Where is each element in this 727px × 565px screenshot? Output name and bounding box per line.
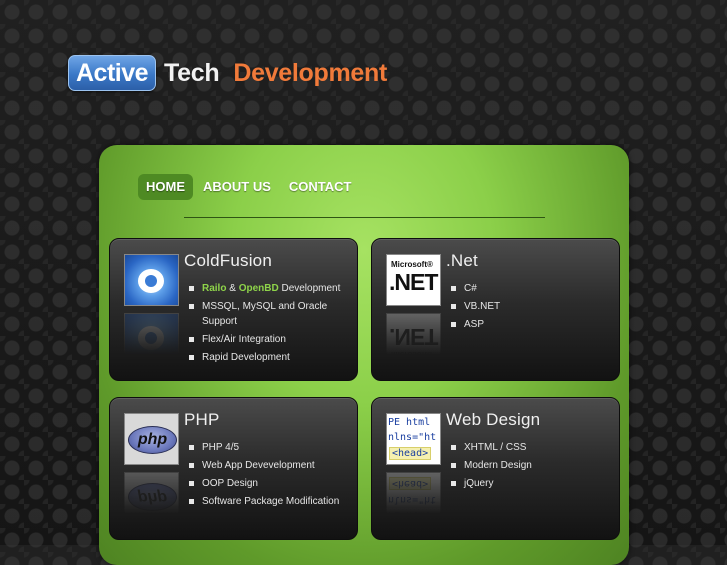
nav-about-us[interactable]: ABOUT US	[195, 174, 279, 200]
list-item: Modern Design	[450, 458, 610, 473]
logo-tech: Tech	[164, 58, 220, 87]
card-title: Web Design	[446, 410, 541, 429]
feature-list: PHP 4/5 Web App Devevelopment OOP Design…	[188, 440, 348, 512]
nav-divider	[184, 217, 545, 218]
feature-list: C# VB.NET ASP	[450, 281, 610, 335]
coldfusion-logo-icon	[124, 254, 179, 306]
card-dotnet: Microsoft® .NET Microsoft® .NET .Net C# V…	[371, 238, 620, 381]
site-logo[interactable]: Active Tech Development	[68, 54, 387, 92]
list-item: VB.NET	[450, 299, 610, 314]
list-item: PHP 4/5	[188, 440, 348, 455]
list-item: jQuery	[450, 476, 610, 491]
net-logo-reflection: Microsoft® .NET	[386, 313, 441, 365]
card-title: ColdFusion	[184, 251, 272, 270]
microsoft-net-logo-icon: Microsoft® .NET	[386, 254, 441, 306]
feature-list: XHTML / CSS Modern Design jQuery	[450, 440, 610, 494]
list-item: ASP	[450, 317, 610, 332]
list-item: Software Package Modification	[188, 494, 348, 509]
feature-list: Railo & OpenBD Development MSSQL, MySQL …	[188, 281, 348, 368]
main-nav: HOME ABOUT US CONTACT	[138, 174, 359, 200]
list-item: Web App Devevelopment	[188, 458, 348, 473]
list-item: XHTML / CSS	[450, 440, 610, 455]
nav-contact[interactable]: CONTACT	[281, 174, 360, 200]
list-item: OOP Design	[188, 476, 348, 491]
php-logo-icon: php	[124, 413, 179, 465]
card-web-design: PE html nlns="ht <head> PE html nlns="ht…	[371, 397, 620, 540]
list-item: MSSQL, MySQL and Oracle Support	[188, 299, 348, 329]
nav-home[interactable]: HOME	[138, 174, 193, 200]
html-code-reflection: PE html nlns="ht <head>	[386, 472, 441, 524]
logo-active: Active	[68, 55, 157, 91]
list-item: Rapid Development	[188, 350, 348, 365]
card-php: php php PHP PHP 4/5 Web App Devevelopmen…	[109, 397, 358, 540]
coldfusion-logo-reflection	[124, 313, 179, 365]
card-title: PHP	[184, 410, 220, 429]
logo-development: Development	[233, 58, 388, 87]
list-item: C#	[450, 281, 610, 296]
card-title: .Net	[446, 251, 478, 270]
card-coldfusion: ColdFusion Railo & OpenBD Development MS…	[109, 238, 358, 381]
html-code-icon: PE html nlns="ht <head>	[386, 413, 441, 465]
list-item: Flex/Air Integration	[188, 332, 348, 347]
list-item: Railo & OpenBD Development	[188, 281, 348, 296]
php-logo-reflection: php	[124, 472, 179, 524]
